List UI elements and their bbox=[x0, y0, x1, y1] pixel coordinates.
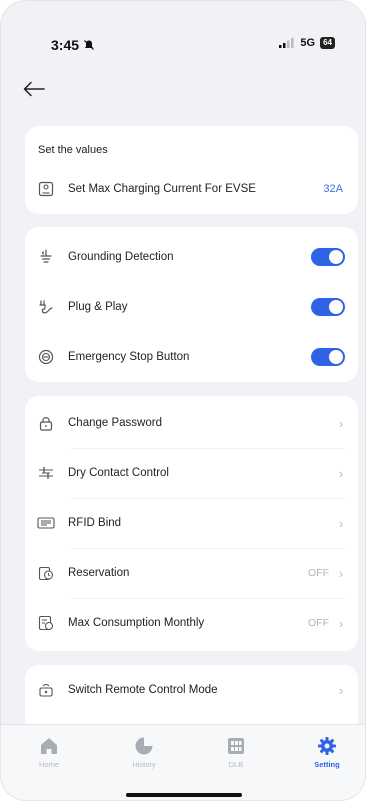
home-icon bbox=[41, 738, 57, 754]
grounding-detection-row: Grounding Detection bbox=[25, 232, 358, 282]
tab-setting[interactable]: Setting bbox=[292, 735, 362, 769]
chevron-right-icon: › bbox=[338, 415, 344, 431]
tab-home[interactable]: Home bbox=[14, 735, 84, 769]
row-label: Dry Contact Control bbox=[68, 467, 169, 479]
network-label: 5G bbox=[300, 37, 316, 49]
max-current-value: 32A bbox=[323, 183, 343, 195]
row-label: Reservation bbox=[68, 567, 130, 579]
reservation-icon bbox=[36, 563, 56, 583]
chevron-right-icon: › bbox=[338, 565, 344, 581]
chevron-right-icon: › bbox=[338, 682, 344, 698]
dry-contact-control-row[interactable]: Dry Contact Control › bbox=[25, 448, 358, 498]
tab-dlb[interactable]: DLB bbox=[201, 735, 271, 769]
dlb-icon bbox=[228, 738, 244, 754]
row-label: Set Max Charging Current For EVSE bbox=[68, 183, 256, 195]
max-consumption-monthly-row[interactable]: Max Consumption Monthly OFF › bbox=[25, 598, 358, 648]
battery-icon: 64 bbox=[320, 37, 335, 49]
tab-label: Setting bbox=[314, 760, 340, 769]
toggles-card: Grounding Detection Plug & Play Emergenc… bbox=[25, 227, 358, 382]
tab-history[interactable]: History bbox=[109, 735, 179, 769]
status-time: 3:45 bbox=[51, 37, 95, 53]
chevron-right-icon: › bbox=[338, 615, 344, 631]
status-indicators: 5G 64 bbox=[279, 37, 335, 49]
emergency-stop-row: Emergency Stop Button bbox=[25, 332, 358, 382]
rfid-icon bbox=[36, 513, 56, 533]
phone-screen: 3:45 5G 64 Set the values Set Max Chargi… bbox=[0, 0, 366, 801]
plug-icon bbox=[36, 297, 56, 317]
reservation-status: OFF bbox=[308, 567, 329, 579]
rfid-bind-row[interactable]: RFID Bind › bbox=[25, 498, 358, 548]
remote-icon bbox=[36, 680, 56, 700]
switch-remote-control-row[interactable]: Switch Remote Control Mode › bbox=[25, 665, 358, 715]
grounding-detection-toggle[interactable] bbox=[311, 248, 345, 266]
row-divider bbox=[71, 498, 345, 499]
back-button[interactable] bbox=[23, 77, 51, 101]
plug-play-row: Plug & Play bbox=[25, 282, 358, 332]
reservation-row[interactable]: Reservation OFF › bbox=[25, 548, 358, 598]
row-label: Change Password bbox=[68, 417, 162, 429]
row-label: Emergency Stop Button bbox=[68, 351, 190, 363]
values-card: Set the values Set Max Charging Current … bbox=[25, 126, 358, 214]
row-label: Max Consumption Monthly bbox=[68, 617, 205, 629]
row-divider bbox=[71, 448, 345, 449]
time-label: 3:45 bbox=[51, 37, 80, 53]
dry-contact-icon bbox=[36, 463, 56, 483]
tab-label: DLB bbox=[228, 760, 244, 769]
silent-mode-icon bbox=[84, 40, 94, 50]
signal-icon bbox=[279, 38, 294, 48]
lock-icon bbox=[36, 413, 56, 433]
tab-label: History bbox=[132, 760, 156, 769]
home-indicator bbox=[126, 793, 242, 797]
history-icon bbox=[135, 737, 153, 755]
tab-label: Home bbox=[38, 760, 59, 769]
grounding-icon bbox=[36, 247, 56, 267]
tab-bar: Home History DLB Setting bbox=[1, 724, 365, 800]
change-password-row[interactable]: Change Password › bbox=[25, 398, 358, 448]
row-divider bbox=[71, 598, 345, 599]
battery-level: 64 bbox=[323, 38, 332, 47]
settings-card: Change Password › Dry Contact Control › … bbox=[25, 396, 358, 651]
evse-icon bbox=[36, 179, 56, 199]
row-label: Grounding Detection bbox=[68, 251, 174, 263]
status-bar: 3:45 5G 64 bbox=[1, 1, 365, 73]
consumption-icon bbox=[36, 613, 56, 633]
max-charging-current-row[interactable]: Set Max Charging Current For EVSE 32A bbox=[25, 164, 358, 214]
emergency-stop-toggle[interactable] bbox=[311, 348, 345, 366]
row-label: Switch Remote Control Mode bbox=[68, 684, 218, 696]
max-consumption-status: OFF bbox=[308, 617, 329, 629]
plug-play-toggle[interactable] bbox=[311, 298, 345, 316]
emergency-stop-icon bbox=[36, 347, 56, 367]
arrow-left-icon bbox=[23, 81, 45, 97]
chevron-right-icon: › bbox=[338, 515, 344, 531]
row-label: RFID Bind bbox=[68, 517, 122, 529]
row-label: Plug & Play bbox=[68, 301, 128, 313]
section-title: Set the values bbox=[38, 144, 108, 156]
chevron-right-icon: › bbox=[338, 465, 344, 481]
gear-icon bbox=[318, 737, 336, 755]
row-divider bbox=[71, 548, 345, 549]
